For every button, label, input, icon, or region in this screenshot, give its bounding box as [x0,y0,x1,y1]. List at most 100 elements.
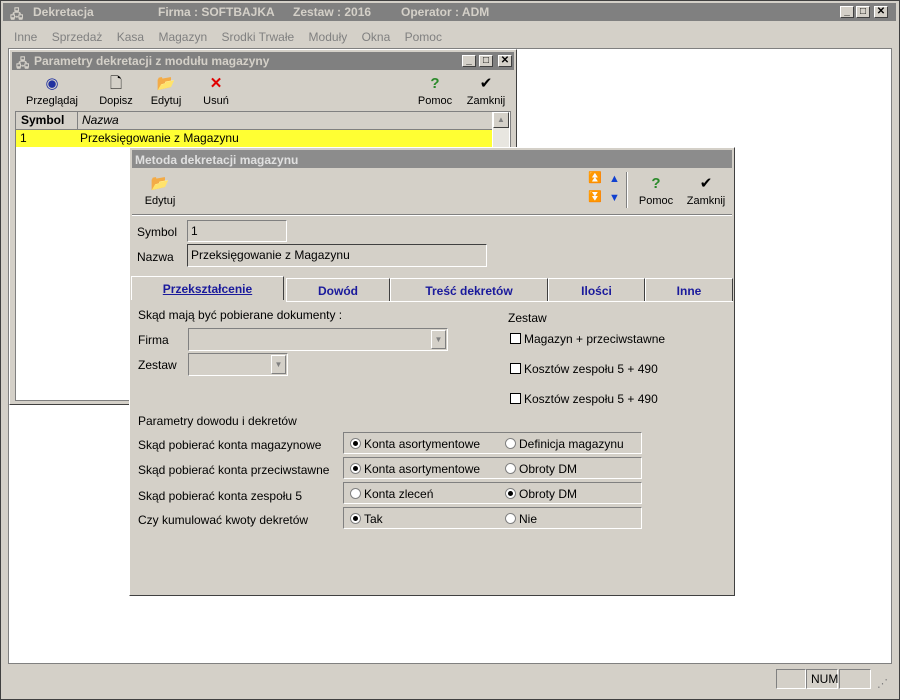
tab-tresc-dekretow[interactable]: Treść dekretów [390,278,548,302]
app-icon: 🖧 [10,7,24,21]
menu-magazyn[interactable]: Magazyn [158,30,207,44]
magazyn-przeciwstawne-checkbox[interactable] [510,333,521,344]
open-folder-icon: 📂 [156,75,176,92]
resize-grip-icon[interactable]: ⋰ [877,677,888,690]
name-label: Nazwa [137,250,174,264]
konta-zespolu-radio-2[interactable] [505,488,516,499]
tab-ilosci[interactable]: Ilości [548,278,645,302]
zestaw-info: Zestaw : 2016 [293,5,372,19]
menu-moduly[interactable]: Moduły [309,30,348,44]
symbol-label: Symbol [137,225,178,239]
prev-record-icon[interactable]: ▲ [609,173,620,185]
konta-przeciwstawne-opt1: Konta asortymentowe [364,462,481,476]
column-header-nazwa[interactable]: Nazwa [82,113,119,127]
help-icon: ? [430,75,440,92]
checkmark-icon: ✔ [699,175,713,192]
method-edit-button[interactable]: 📂 Edytuj [140,175,180,207]
konta-przeciwstawne-opt2: Obroty DM [519,462,578,476]
browse-button[interactable]: ◉ Przeglądaj [23,75,81,107]
zestaw-group-heading: Zestaw [508,311,547,325]
menu-inne[interactable]: Inne [14,30,37,44]
menu-bar: Inne Sprzedaż Kasa Magazyn Srodki Trwałe… [14,30,453,46]
name-field[interactable]: Przeksięgowanie z Magazynu [187,244,487,267]
symbol-field[interactable]: 1 [187,220,287,242]
konta-magazynowe-label: Skąd pobierać konta magazynowe [138,438,322,452]
next-record-icon[interactable]: ▼ [609,192,620,204]
kosztow-zespolu-checkbox-1[interactable] [510,363,521,374]
scroll-up-button[interactable]: ▲ [493,112,509,128]
edit-button[interactable]: 📂 Edytuj [146,75,186,107]
konta-zespolu-opt2: Obroty DM [519,487,578,501]
source-heading: Skąd mają być pobierane dokumenty : [138,308,343,322]
magazyn-przeciwstawne-label: Magazyn + przeciwstawne [524,332,666,346]
konta-magazynowe-radio-1[interactable] [350,438,361,449]
open-folder-icon: 📂 [150,175,170,192]
chevron-down-icon[interactable]: ▼ [271,355,286,374]
checkmark-icon: ✔ [479,75,493,92]
menu-okna[interactable]: Okna [362,30,391,44]
status-bar [8,667,892,691]
menu-srodki-trwale[interactable]: Srodki Trwałe [222,30,295,44]
maximize-button[interactable]: □ [856,6,870,18]
delete-x-icon: ✕ [209,75,223,92]
params-window-title: Parametry dekretacji z modułu magazyny [34,54,270,68]
params-help-button[interactable]: ? Pomoc [415,75,455,107]
method-help-button[interactable]: ? Pomoc [636,175,676,207]
kosztow-zespolu-checkbox-2[interactable] [510,393,521,404]
main-titlebar: 🖧 Dekretacja Firma : SOFTBAJKA Zestaw : … [3,3,896,21]
operator-info: Operator : ADM [401,5,490,19]
menu-kasa[interactable]: Kasa [117,30,144,44]
status-cell-1 [776,669,806,689]
kosztow-zespolu-label-1: Kosztów zespołu 5 + 490 [524,362,658,376]
first-record-icon[interactable]: ⏫ [588,173,602,184]
params-heading: Parametry dowodu i dekretów [138,414,297,428]
firma-dropdown[interactable]: ▼ [188,328,448,351]
delete-button[interactable]: ✕ Usuń [198,75,234,107]
menu-sprzedaz[interactable]: Sprzedaż [52,30,103,44]
last-record-icon[interactable]: ⏬ [588,192,602,203]
zestaw-dropdown[interactable]: ▼ [188,353,288,376]
konta-zespolu-opt1: Konta zleceń [364,487,434,501]
kumulowac-opt-tak: Tak [364,512,383,526]
params-close-button[interactable]: ✕ [498,55,512,67]
params-titlebar: 🖧 Parametry dekretacji z modułu magazyny… [12,52,514,70]
konta-magazynowe-opt1: Konta asortymentowe [364,437,481,451]
minimize-button[interactable]: _ [840,6,854,18]
zestaw-label: Zestaw [138,358,177,372]
konta-magazynowe-radio-2[interactable] [505,438,516,449]
params-minimize-button[interactable]: _ [462,55,476,67]
kumulowac-radio-nie[interactable] [505,513,516,524]
konta-przeciwstawne-radio-2[interactable] [505,463,516,474]
tab-inne[interactable]: Inne [645,278,733,302]
close-button[interactable]: ✕ [874,6,888,18]
eye-icon: ◉ [45,75,59,92]
row-symbol: 1 [20,131,27,145]
params-close-toolbar-button[interactable]: ✔ Zamknij [465,75,507,107]
table-row[interactable]: 1 Przeksięgowanie z Magazynu [16,130,492,147]
konta-zespolu-radio-1[interactable] [350,488,361,499]
konta-przeciwstawne-label: Skąd pobierać konta przeciwstawne [138,463,330,477]
firma-label: Firma [138,333,169,347]
method-window-title: Metoda dekretacji magazynu [135,153,299,167]
column-header-symbol[interactable]: Symbol [21,113,64,127]
kosztow-zespolu-label-2: Kosztów zespołu 5 + 490 [524,392,658,406]
params-maximize-button[interactable]: □ [479,55,493,67]
grid-header: Symbol Nazwa [16,112,492,130]
konta-zespolu-label: Skąd pobierać konta zespołu 5 [138,489,303,503]
tab-dowod[interactable]: Dowód [286,278,390,302]
kumulowac-label: Czy kumulować kwoty dekretów [138,513,309,527]
konta-przeciwstawne-radio-1[interactable] [350,463,361,474]
new-document-icon: 🗋 [109,75,123,92]
method-close-button[interactable]: ✔ Zamknij [684,175,728,207]
method-window: Metoda dekretacji magazynu 📂 Edytuj ⏫ ▲ … [129,147,735,596]
chevron-down-icon[interactable]: ▼ [431,330,446,349]
add-button[interactable]: 🗋 Dopisz [94,75,138,107]
row-name: Przeksięgowanie z Magazynu [80,131,239,145]
help-icon: ? [651,175,661,192]
tab-przeksztalcenie[interactable]: Przekształcenie [131,276,284,300]
status-cell-3 [839,669,871,689]
konta-magazynowe-opt2: Definicja magazynu [519,437,624,451]
kumulowac-group [343,507,642,529]
menu-pomoc[interactable]: Pomoc [405,30,442,44]
kumulowac-radio-tak[interactable] [350,513,361,524]
